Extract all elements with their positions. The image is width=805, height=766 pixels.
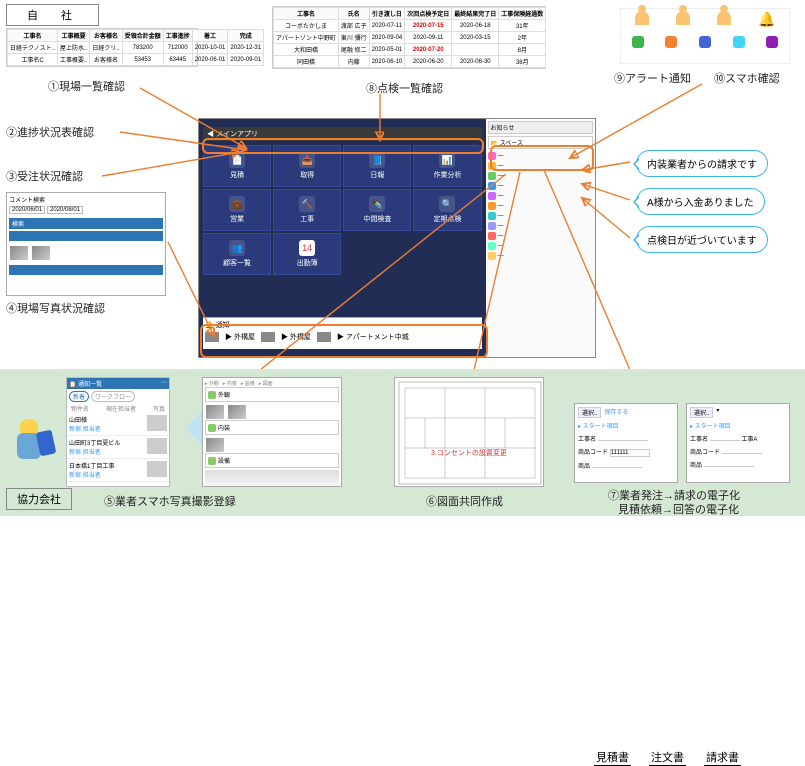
person-icon (676, 11, 690, 25)
tile-midcheck[interactable]: ✒️中間検査 (343, 189, 411, 231)
caption-10: ⑩スマホ確認 (714, 70, 780, 86)
thumbnail-icon (147, 438, 167, 454)
doc-order: 注文書 (649, 749, 686, 766)
tile-estimate[interactable]: 📄見積 (203, 145, 271, 187)
doc-estimate: 見積書 (594, 749, 631, 766)
caption-5: ⑤業者スマホ写真撮影登録 (104, 493, 236, 509)
notice-bubble-2: A様から入金ありました (636, 188, 765, 215)
worker-icon (8, 419, 50, 473)
alert-box: 🔔 (620, 8, 790, 64)
drawing-annotation: 3.コンセントの設置変更 (431, 448, 507, 458)
tile-periodic[interactable]: 🔍定期点検 (413, 189, 481, 231)
avatar-icon (317, 332, 331, 342)
caption-6: ⑥図面共同作成 (426, 493, 503, 509)
jisha-label: 自 社 (6, 4, 99, 26)
chevron-left-icon: ◀ (185, 397, 203, 451)
tile-construction[interactable]: 🔨工事 (273, 189, 341, 231)
site-list-table: 工事名工事概要 お客様名受領合計金額 工事進捗着工 完成 日経テクノスト..屋上… (6, 28, 198, 67)
documents-row: 見積書 注文書 請求書 (594, 749, 741, 766)
tab-workflow[interactable]: ワークフロー (91, 391, 135, 402)
tile-analysis[interactable]: 📊作業分析 (413, 145, 481, 187)
doc-invoice: 請求書 (704, 749, 741, 766)
person-icon (635, 11, 649, 25)
app-icon (665, 36, 677, 48)
caption-4: ④現場写真状況確認 (6, 300, 105, 316)
photo-status-panel: コメント検索 2020/06/01 2020/08/01 検索 (6, 192, 166, 296)
inspection-list-table: 工事名氏名 引き渡し日次回点検予定日 最終結果完了日工事保険経過数 コーボたかし… (272, 6, 546, 69)
app-icon (632, 36, 644, 48)
caption-3: ③受注状況確認 (6, 168, 83, 184)
caption-1: ①現場一覧確認 (48, 78, 125, 94)
caption-7b: 見積依頼→回答の電子化 (618, 501, 739, 517)
tile-acquire[interactable]: 📥取得 (273, 145, 341, 187)
tile-attendance[interactable]: 14出勤簿 (273, 233, 341, 275)
kyoryoku-label: 協力会社 (6, 488, 72, 510)
notice-bubble-3: 点検日が近づいています (636, 226, 768, 253)
form-panel-left: 選択..保存する ▸ スタート項目 工事名 商品コード 111111 商品 (574, 403, 678, 483)
tile-daily[interactable]: 📘日報 (343, 145, 411, 187)
tile-grid: 📄見積 📥取得 📘日報 📊作業分析 💼営業 🔨工事 ✒️中間検査 🔍定期点検 👥… (203, 145, 482, 275)
thumbnail-icon (147, 461, 167, 477)
app-icon (699, 36, 711, 48)
avatar-icon (205, 332, 219, 342)
main-app-window: ◀ メインアプリ 📄見積 📥取得 📘日報 📊作業分析 💼営業 🔨工事 ✒️中間検… (198, 118, 596, 358)
app-icon (766, 36, 778, 48)
thumbnail-icon (147, 415, 167, 431)
drawing-panel: 3.コンセントの設置変更 (394, 377, 544, 487)
vendor-phone-panel: 📋 通知一覧⋯ 新着 ワークフロー 物件名現在担当者写真 山田様新宿 担当者 山… (66, 377, 170, 487)
tile-customers[interactable]: 👥顧客一覧 (203, 233, 271, 275)
app-header: ◀ メインアプリ (203, 127, 482, 141)
caption-2: ②進捗状況表確認 (6, 124, 94, 140)
notice-bubble-1: 内装業者からの請求です (636, 150, 768, 177)
tab-new[interactable]: 新着 (69, 391, 89, 402)
form-panel-right: 選択..▾ ▸ スタート項目 工事名 工事A 商品コード 商品 (686, 403, 790, 483)
app-sidebar: お知らせ 📂 スペース — — — — — — — — — — — (486, 119, 595, 357)
thumbnail-icon (10, 246, 28, 260)
person-icon (717, 11, 731, 25)
caption-9: ⑨アラート通知 (614, 70, 691, 86)
avatar-icon (261, 332, 275, 342)
app-icon (733, 36, 745, 48)
room-photo (205, 470, 339, 487)
thumbnail-icon (32, 246, 50, 260)
caption-8: ⑧点検一覧確認 (366, 80, 443, 96)
tile-sales[interactable]: 💼営業 (203, 189, 271, 231)
bell-icon: 🔔 (758, 11, 775, 28)
notice-bar: 🔔 通知 ▶ 外構屋 ▶ 外構屋 ▶ アパートメント中城 (203, 317, 482, 349)
search-button[interactable]: 検索 (9, 218, 163, 229)
photo-gallery-panel: ▸ 外観▸ 内装▸ 設備▸ 図面 外観 内装 設備 (202, 377, 342, 487)
